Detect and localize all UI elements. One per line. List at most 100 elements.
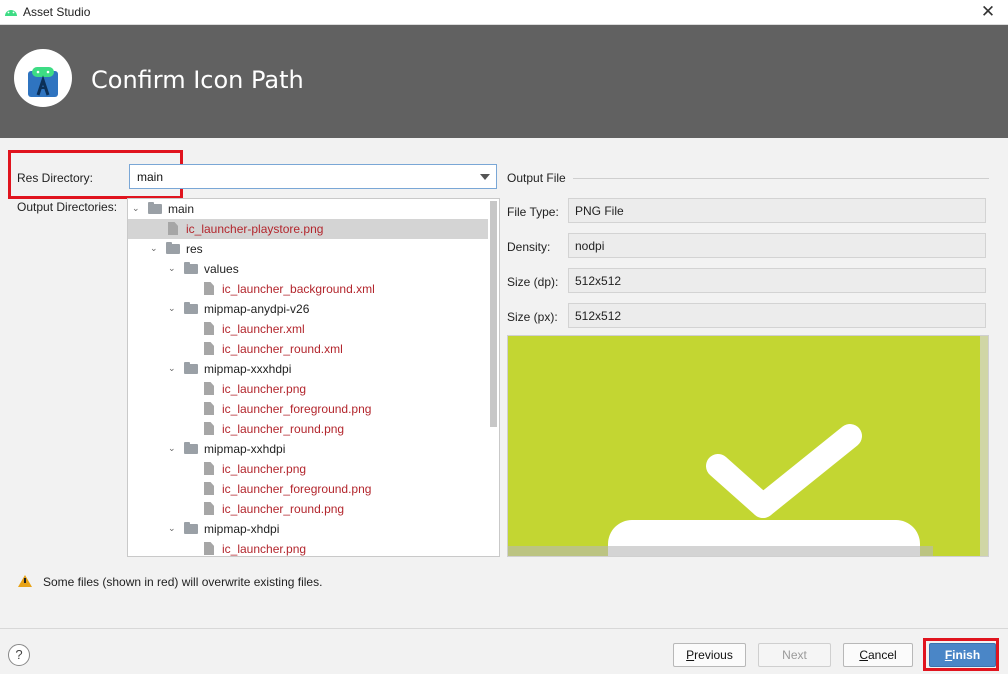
- file-icon: [204, 342, 214, 355]
- output-directories-label: Output Directories:: [17, 200, 118, 214]
- output-directories-tree[interactable]: ic_launcher.png ⌄ mipmap-xhdpi ic_launcher_…: [127, 198, 500, 557]
- file-icon: [168, 222, 178, 235]
- tree-item-label: mipmap-xxhdpi: [204, 442, 286, 456]
- close-icon[interactable]: ✕: [968, 0, 1008, 25]
- tree-item-label: mipmap-xhdpi: [204, 522, 280, 536]
- file-icon: [204, 482, 214, 495]
- file-icon: [204, 462, 214, 475]
- warning-icon-mark: [24, 578, 26, 583]
- cancel-mnemonic: C: [859, 648, 868, 662]
- tree-folder-item[interactable]: ⌄ res: [128, 239, 488, 259]
- page-title: Confirm Icon Path: [91, 66, 304, 94]
- tree-file-item[interactable]: ic_launcher-playstore.png: [128, 219, 488, 239]
- tree-item-label: ic_launcher.png: [222, 542, 307, 556]
- tree-file-item[interactable]: ic_launcher.xml: [128, 319, 488, 339]
- chevron-down-icon[interactable]: ⌄: [168, 363, 178, 373]
- file-type-field: PNG File: [568, 198, 986, 223]
- tree-folder-item[interactable]: ⌄ mipmap-xxxhdpi: [128, 359, 488, 379]
- tree-item-label: res: [186, 242, 203, 256]
- chevron-down-icon[interactable]: [480, 174, 490, 180]
- tree-folder-item[interactable]: ⌄ values: [128, 259, 488, 279]
- chevron-down-icon[interactable]: ⌄: [168, 523, 178, 533]
- density-field: nodpi: [568, 233, 986, 258]
- tree-folder-item[interactable]: ⌄ mipmap-xxhdpi: [128, 439, 488, 459]
- tree-folder-item[interactable]: ⌄ mipmap-xhdpi: [128, 519, 488, 539]
- res-directory-value: main: [137, 170, 164, 184]
- file-type-label: File Type:: [507, 205, 559, 219]
- tree-item-label: ic_launcher.png: [222, 462, 307, 476]
- previous-mnemonic: P: [686, 648, 695, 662]
- file-icon: [204, 422, 214, 435]
- tree-file-item[interactable]: ic_launcher_foreground.png: [128, 399, 488, 419]
- icon-preview: [507, 335, 989, 557]
- tree-item-label: ic_launcher_foreground.png: [222, 482, 372, 496]
- size-dp-value: 512x512: [575, 274, 622, 288]
- folder-icon: [166, 242, 180, 254]
- previous-button[interactable]: Previous: [673, 643, 746, 667]
- file-type-value: PNG File: [575, 204, 624, 218]
- window-titlebar: Asset Studio ✕: [0, 0, 1008, 25]
- chevron-down-icon[interactable]: ⌄: [168, 443, 178, 453]
- size-px-value: 512x512: [575, 309, 622, 323]
- wizard-footer: ? Previous Next Cancel Finish: [0, 628, 1008, 674]
- android-studio-logo-graphic: [28, 67, 58, 97]
- next-button[interactable]: Next: [758, 643, 831, 667]
- file-icon: [204, 402, 214, 415]
- size-px-field: 512x512: [568, 303, 986, 328]
- tree-item-label: mipmap-xxxhdpi: [204, 362, 292, 376]
- tree-item-label: ic_launcher.png: [222, 382, 307, 396]
- folder-icon: [184, 442, 198, 454]
- file-icon: [204, 542, 214, 555]
- android-icon: [5, 10, 17, 16]
- window-title: Asset Studio: [23, 5, 91, 19]
- file-icon: [204, 282, 214, 295]
- tree-item-label: ic_launcher.xml: [222, 322, 305, 336]
- file-icon: [204, 322, 214, 335]
- tree-item-label: ic_launcher_round.png: [222, 502, 345, 516]
- tree-file-item[interactable]: ic_launcher_round.png: [128, 499, 488, 519]
- output-file-heading: Output File: [507, 171, 566, 185]
- tree-item-label: ic_launcher_background.xml: [222, 282, 375, 296]
- cancel-label-post: ancel: [867, 648, 897, 662]
- tree-item-label: values: [204, 262, 239, 276]
- size-px-label: Size (px):: [507, 310, 558, 324]
- folder-icon: [184, 302, 198, 314]
- chevron-down-icon[interactable]: ⌄: [168, 263, 178, 273]
- density-value: nodpi: [575, 239, 605, 253]
- size-dp-label: Size (dp):: [507, 275, 559, 289]
- tree-file-item[interactable]: ic_launcher.png: [128, 539, 488, 556]
- folder-icon: [184, 362, 198, 374]
- chevron-down-icon[interactable]: ⌄: [168, 303, 178, 313]
- wizard-header: Confirm Icon Path: [0, 25, 1008, 138]
- size-dp-field: 512x512: [568, 268, 986, 293]
- folder-icon: [184, 522, 198, 534]
- chevron-down-icon[interactable]: ⌄: [132, 203, 142, 213]
- tree-file-item[interactable]: ic_launcher_round.xml: [128, 339, 488, 359]
- tree-item-label: main: [168, 202, 195, 216]
- folder-icon: [148, 202, 162, 214]
- tree-item-label: ic_launcher_foreground.png: [222, 402, 372, 416]
- tree-item-label: ic_launcher-playstore.png: [186, 222, 324, 236]
- tree-file-item[interactable]: ic_launcher_background.xml: [128, 279, 488, 299]
- tv-icon-preview-graphic: [508, 336, 988, 556]
- tree-file-item[interactable]: ic_launcher_round.png: [128, 419, 488, 439]
- tree-item-label: mipmap-anydpi-v26: [204, 302, 310, 316]
- tree-item-label: ic_launcher_round.xml: [222, 342, 343, 356]
- density-label: Density:: [507, 240, 551, 254]
- tree-file-item[interactable]: ic_launcher.png: [128, 459, 488, 479]
- cancel-button[interactable]: Cancel: [843, 643, 913, 667]
- tree-folder-item[interactable]: ⌄ mipmap-anydpi-v26: [128, 299, 488, 319]
- res-directory-dropdown[interactable]: main: [129, 164, 497, 189]
- warning-message: Some files (shown in red) will overwrite…: [43, 575, 323, 589]
- tree-folder-item[interactable]: ⌄ main: [128, 199, 488, 219]
- tree-file-item[interactable]: ic_launcher.png: [128, 379, 488, 399]
- chevron-down-icon[interactable]: ⌄: [150, 243, 160, 253]
- tree-item-label: ic_launcher_round.png: [222, 422, 345, 436]
- file-icon: [204, 502, 214, 515]
- help-button[interactable]: ?: [8, 644, 30, 666]
- tree-file-item[interactable]: ic_launcher_foreground.png: [128, 479, 488, 499]
- file-icon: [204, 382, 214, 395]
- tree-scrollbar[interactable]: [490, 201, 497, 427]
- wizard-content: Res Directory: main Output Directories: …: [0, 138, 1008, 628]
- folder-icon: [184, 262, 198, 274]
